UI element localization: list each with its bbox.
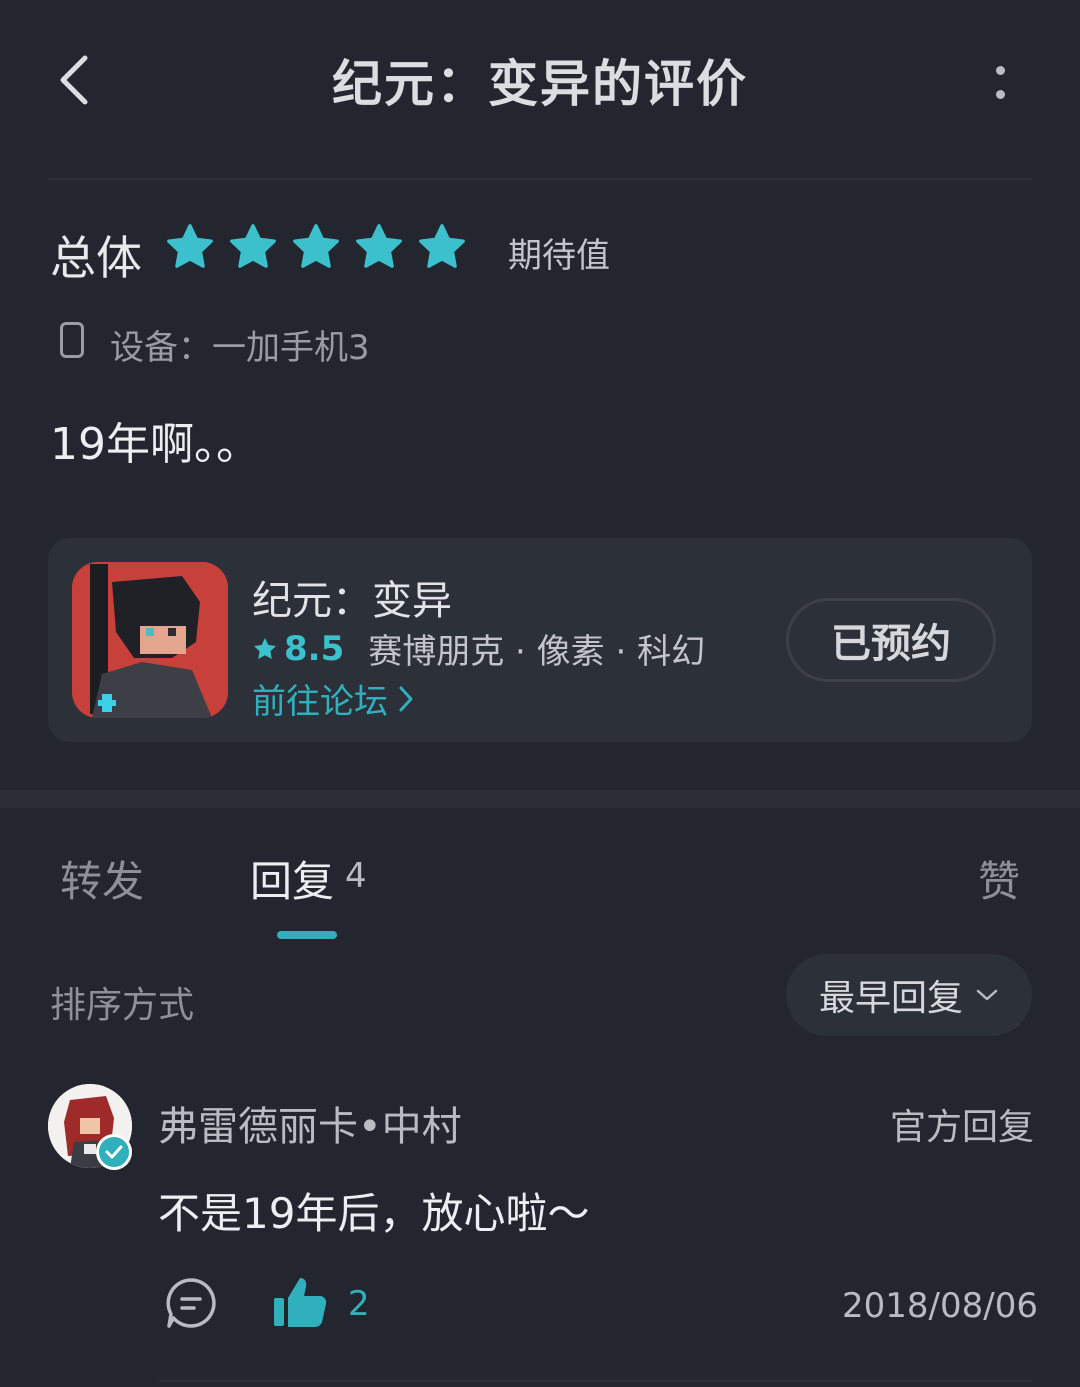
sort-dropdown[interactable]: 最早回复 <box>786 954 1032 1036</box>
expectation-label: 期待值 <box>508 236 610 276</box>
game-artwork-icon <box>72 562 228 718</box>
comment-icon <box>166 1278 216 1328</box>
page-title: 纪元：变异的评价 <box>332 55 748 113</box>
tab-replies[interactable]: 回复 <box>250 848 334 909</box>
section-divider <box>0 790 1080 808</box>
thumbs-up-icon <box>274 1278 327 1327</box>
sort-selected: 最早回复 <box>818 978 963 1019</box>
device-label: 设备：一加手机3 <box>110 328 370 368</box>
reserved-button[interactable]: 已预约 <box>786 598 996 682</box>
rating-stars <box>165 222 467 272</box>
chevron-right-icon <box>399 686 413 711</box>
star-icon <box>230 224 276 268</box>
header-divider <box>48 178 1032 180</box>
forum-link-label: 前往论坛 <box>252 682 388 722</box>
more-dot-icon <box>995 89 1005 99</box>
star-icon <box>253 637 277 659</box>
tab-likes[interactable]: 赞 <box>978 848 1020 909</box>
more-options-button[interactable] <box>970 50 1030 114</box>
game-score: 8.5 <box>284 628 345 669</box>
tab-forward[interactable]: 转发 <box>60 848 144 909</box>
reply-username[interactable]: 弗雷德丽卡•中村 <box>158 1094 462 1152</box>
game-icon[interactable] <box>72 562 228 718</box>
replies-count: 4 <box>345 856 367 896</box>
star-icon <box>419 224 465 268</box>
official-reply-tag: 官方回复 <box>890 1107 1035 1148</box>
star-icon <box>293 224 339 268</box>
like-count: 2 <box>348 1284 370 1324</box>
more-dot-icon <box>995 65 1005 75</box>
chevron-down-icon <box>976 989 998 1001</box>
verified-badge-icon <box>96 1134 132 1170</box>
reply-date: 2018/08/06 <box>842 1286 1038 1326</box>
phone-icon <box>60 322 84 358</box>
review-text: 19年啊。。 <box>50 419 260 470</box>
game-meta: 8.5 赛博朋克 · 像素 · 科幻 <box>252 624 705 673</box>
star-icon <box>167 224 213 268</box>
like-button[interactable] <box>272 1274 328 1330</box>
forum-link[interactable]: 前往论坛 <box>252 674 414 723</box>
game-name[interactable]: 纪元：变异 <box>252 568 452 626</box>
sort-label: 排序方式 <box>50 985 195 1026</box>
reply-divider <box>158 1380 1032 1382</box>
reply-text: 不是19年后，放心啦～ <box>158 1189 590 1238</box>
star-icon <box>356 224 402 268</box>
check-icon <box>105 1145 123 1159</box>
active-tab-indicator <box>277 931 337 939</box>
overall-label: 总体 <box>50 231 142 285</box>
game-tags: 赛博朋克 · 像素 · 科幻 <box>368 632 706 672</box>
comment-button[interactable] <box>164 1276 218 1330</box>
